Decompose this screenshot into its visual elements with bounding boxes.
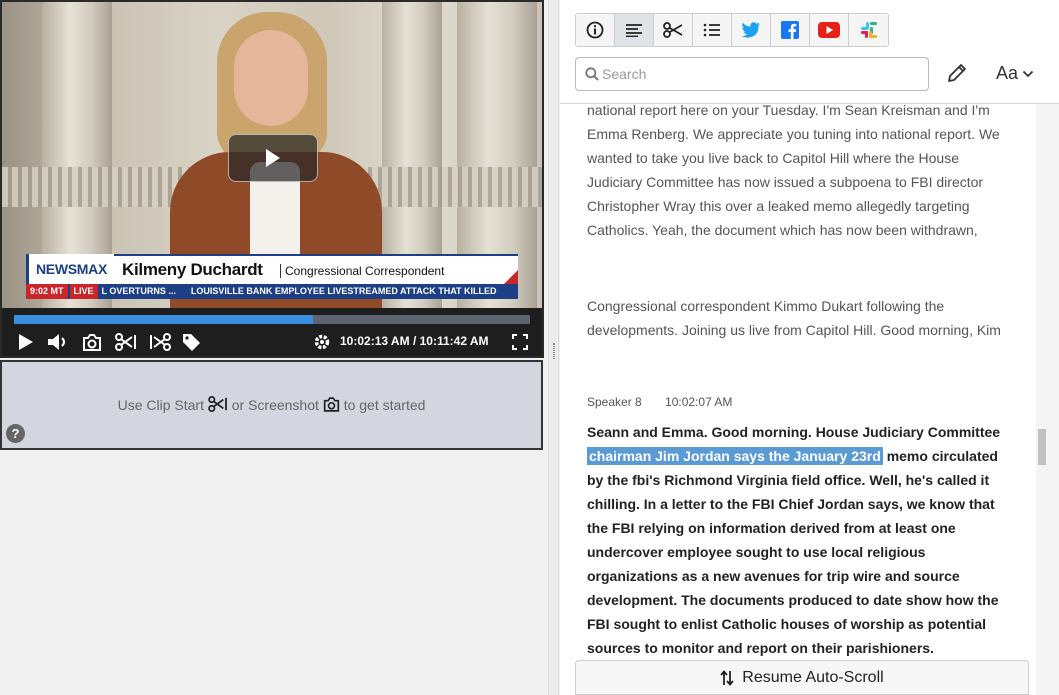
speaker-icon bbox=[48, 334, 65, 350]
transcript-text: Seann and Emma. Good morning. House Judi… bbox=[587, 424, 1001, 440]
screenshot-button[interactable] bbox=[80, 332, 104, 352]
facebook-share-button[interactable] bbox=[771, 14, 810, 46]
edit-button[interactable] bbox=[946, 62, 968, 89]
panel-toolbar bbox=[575, 13, 889, 47]
seek-bar-fill bbox=[14, 315, 314, 324]
video-play-overlay-button[interactable] bbox=[228, 134, 318, 182]
scissors-end-icon bbox=[150, 333, 171, 351]
pane-splitter[interactable] bbox=[548, 0, 559, 695]
play-icon bbox=[266, 149, 280, 167]
news-lower-third: NEWSMAX Kilmeny Duchardt Congressional C… bbox=[26, 254, 518, 300]
facebook-icon bbox=[781, 21, 799, 39]
list-icon bbox=[703, 23, 720, 37]
reporter-name: Kilmeny Duchardt bbox=[122, 260, 263, 279]
settings-button[interactable] bbox=[311, 332, 333, 352]
fullscreen-icon bbox=[512, 334, 528, 350]
play-icon bbox=[19, 334, 33, 350]
scrollbar-thumb[interactable] bbox=[1038, 429, 1046, 465]
youtube-share-button[interactable] bbox=[810, 14, 849, 46]
current-time: 10:02:13 AM bbox=[340, 334, 410, 348]
video-player: NEWSMAX Kilmeny Duchardt Congressional C… bbox=[0, 0, 544, 358]
left-pane: NEWSMAX Kilmeny Duchardt Congressional C… bbox=[0, 0, 548, 695]
search-input[interactable] bbox=[602, 66, 912, 82]
transcript-text: memo circulated by the fbi's Richmond Vi… bbox=[587, 448, 999, 656]
timecode: 10:02:13 AM / 10:11:42 AM bbox=[340, 334, 489, 348]
speaker-header: Speaker 8 10:02:07 AM bbox=[587, 395, 732, 409]
info-tab-button[interactable] bbox=[576, 14, 615, 46]
play-button[interactable] bbox=[16, 332, 36, 352]
speaker-label[interactable]: Speaker 8 bbox=[587, 395, 642, 409]
app-window: NEWSMAX Kilmeny Duchardt Congressional C… bbox=[0, 0, 1059, 695]
twitter-icon bbox=[741, 22, 760, 38]
video-frame[interactable]: NEWSMAX Kilmeny Duchardt Congressional C… bbox=[2, 2, 542, 308]
transcript-search bbox=[575, 57, 929, 91]
clip-hint: Use Clip Start or Screenshot to get star… bbox=[2, 396, 541, 413]
youtube-icon bbox=[818, 22, 840, 38]
right-pane: Aa national report here on your Tuesday.… bbox=[560, 0, 1059, 695]
info-icon bbox=[586, 21, 604, 39]
fullscreen-button[interactable] bbox=[510, 332, 530, 352]
speaker-timestamp[interactable]: 10:02:07 AM bbox=[665, 395, 732, 409]
tag-button[interactable] bbox=[180, 332, 202, 352]
scissors-icon bbox=[663, 22, 683, 38]
transcript-paragraph[interactable]: national report here on your Tuesday. I'… bbox=[587, 104, 1017, 242]
search-icon bbox=[585, 67, 599, 86]
lower-third-namebox: Kilmeny Duchardt Congressional Correspon… bbox=[114, 254, 518, 284]
ticker-text: L OVERTURNS ... LOUISVILLE BANK EMPLOYEE… bbox=[101, 286, 497, 296]
seek-bar[interactable] bbox=[14, 315, 530, 324]
transcript-paragraph[interactable]: Congressional correspondent Kimmo Dukart… bbox=[587, 294, 1017, 342]
anchor-face bbox=[234, 30, 308, 126]
clip-start-button[interactable] bbox=[114, 332, 138, 352]
camera-icon bbox=[83, 333, 101, 351]
ticker-time: 9:02 MT bbox=[26, 284, 68, 299]
transcript-body: national report here on your Tuesday. I'… bbox=[560, 104, 1036, 695]
network-logo: NEWSMAX bbox=[26, 254, 114, 284]
chevron-down-icon bbox=[1022, 70, 1034, 77]
news-ticker: 9:02 MT LIVE L OVERTURNS ... LOUISVILLE BA… bbox=[26, 284, 518, 299]
gear-icon bbox=[314, 334, 330, 350]
player-controls: 10:02:13 AM / 10:11:42 AM bbox=[2, 308, 542, 356]
twitter-share-button[interactable] bbox=[732, 14, 771, 46]
ticker-live-badge: LIVE bbox=[69, 284, 98, 299]
mute-button[interactable] bbox=[46, 332, 70, 352]
clip-hint-suffix: to get started bbox=[343, 397, 426, 413]
font-size-button[interactable]: Aa bbox=[996, 63, 1034, 84]
transcript-scrollbar[interactable] bbox=[1036, 104, 1059, 695]
pencil-icon bbox=[948, 64, 966, 82]
total-time: 10:11:42 AM bbox=[419, 334, 489, 348]
scissors-icon bbox=[115, 333, 136, 351]
splitter-grip bbox=[553, 343, 555, 359]
slack-share-button[interactable] bbox=[849, 14, 888, 46]
lower-third-corner bbox=[504, 270, 518, 284]
clip-end-button[interactable] bbox=[148, 332, 172, 352]
clip-hint-prefix: Use Clip Start bbox=[117, 397, 204, 413]
resume-button-label: Resume Auto-Scroll bbox=[742, 668, 884, 686]
transcript-paragraph-current[interactable]: Seann and Emma. Good morning. House Judi… bbox=[587, 420, 1017, 660]
time-separator: / bbox=[412, 334, 417, 348]
tag-icon bbox=[182, 333, 200, 351]
resume-auto-scroll-button[interactable]: Resume Auto-Scroll bbox=[575, 660, 1029, 695]
clip-hint-middle: or Screenshot bbox=[231, 397, 319, 413]
list-tab-button[interactable] bbox=[693, 14, 732, 46]
slack-icon bbox=[860, 22, 877, 38]
sort-arrows-icon bbox=[720, 669, 734, 686]
clips-tab-button[interactable] bbox=[654, 14, 693, 46]
help-icon[interactable]: ? bbox=[6, 424, 25, 443]
clip-panel: Use Clip Start or Screenshot to get star… bbox=[0, 360, 543, 450]
scissors-icon bbox=[208, 396, 227, 412]
transcript-highlight: chairman Jim Jordan says the January 23r… bbox=[587, 447, 883, 465]
reporter-title: Congressional Correspondent bbox=[280, 264, 444, 278]
transcript-icon bbox=[626, 24, 642, 37]
camera-icon bbox=[323, 397, 339, 412]
font-size-label: Aa bbox=[996, 63, 1019, 83]
transcript-tab-button[interactable] bbox=[615, 14, 654, 46]
